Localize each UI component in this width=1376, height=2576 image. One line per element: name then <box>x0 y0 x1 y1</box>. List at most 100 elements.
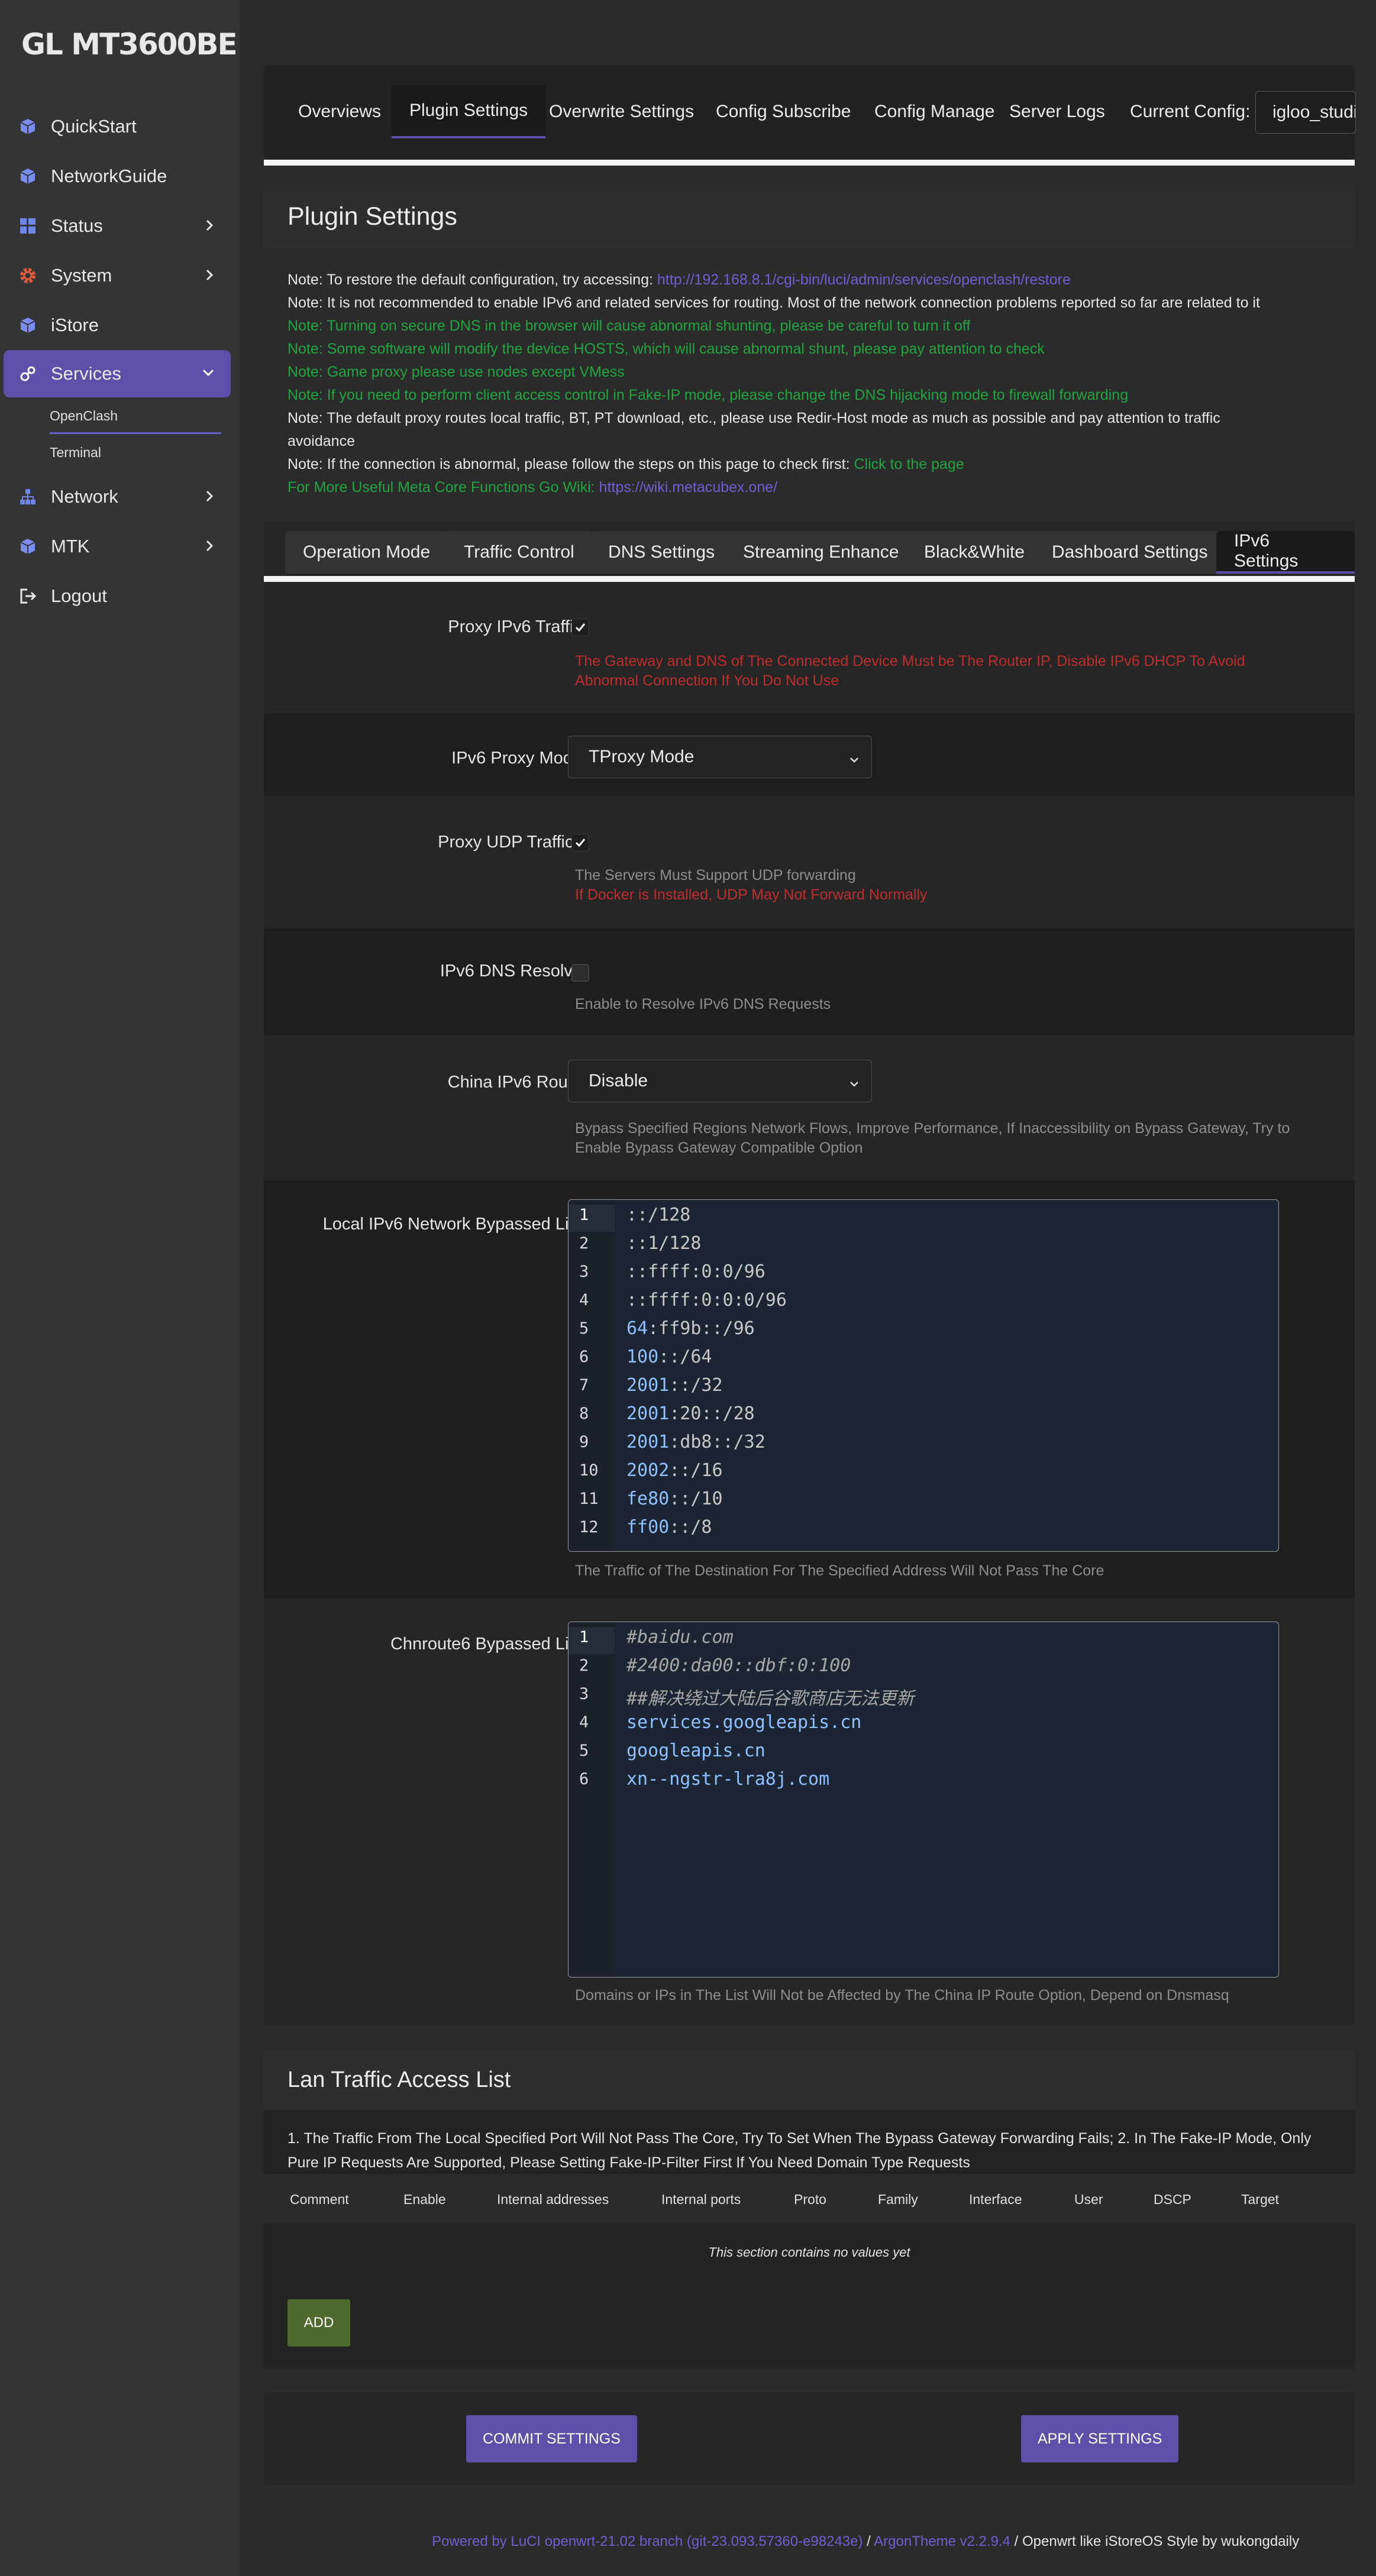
ipv6-proxy-mode-select[interactable]: TProxy Mode <box>568 736 872 778</box>
sidebar-subitem-openclash[interactable]: OpenClash <box>50 408 118 424</box>
sidebar-item-istore[interactable]: iStore <box>4 302 231 349</box>
sidebar-item-logout[interactable]: Logout <box>4 572 231 620</box>
code-line: 2001:20::/28 <box>626 1403 755 1424</box>
ipv6-proxy-mode-row: IPv6 Proxy Mode TProxy Mode <box>264 713 1355 796</box>
theme-link[interactable]: ArgonTheme v2.2.9.4 <box>874 2533 1010 2549</box>
code-line: 2001::/32 <box>626 1375 723 1396</box>
commit-settings-button[interactable]: COMMIT SETTINGS <box>466 2415 637 2462</box>
field-description: The Traffic of The Destination For The S… <box>575 1562 1104 1579</box>
note-line: Note: Turning on secure DNS in the brows… <box>288 318 971 334</box>
section-description: 1. The Traffic From The Local Specified … <box>288 2130 1312 2171</box>
chnroute6-bypass-editor[interactable]: 1 #baidu.com 2 #2400:da00::dbf:0:100 3 ##解决绕过… <box>568 1622 1279 1978</box>
cube-icon <box>18 166 38 186</box>
tab-streaming-enhance[interactable]: Streaming Enhance <box>725 531 917 574</box>
grid-icon <box>18 216 38 236</box>
sidebar-item-label: MTK <box>51 536 90 556</box>
line-number: 11 <box>579 1490 599 1508</box>
sidebar-item-label: Network <box>51 486 118 507</box>
field-label: IPv6 Proxy Mode <box>451 749 582 768</box>
note-line: Note: If the connection is abnormal, ple… <box>288 456 964 473</box>
sidebar-item-network[interactable]: Network <box>4 473 231 520</box>
note-line: Note: The default proxy routes local tra… <box>288 410 1220 426</box>
code-line: services.googleapis.cn <box>626 1712 862 1733</box>
sidebar-item-networkguide[interactable]: NetworkGuide <box>4 153 231 200</box>
tab-traffic-control[interactable]: Traffic Control <box>446 531 592 574</box>
note-line: Note: It is not recommended to enable IP… <box>288 295 1260 311</box>
note-line: avoidance <box>288 433 355 449</box>
line-number: 4 <box>579 1713 589 1732</box>
tab-plugin-settings[interactable]: Plugin Settings <box>392 85 546 138</box>
field-warning: Abnormal Connection If You Do Not Use <box>575 672 839 689</box>
tab-config-subscribe[interactable]: Config Subscribe <box>698 85 868 138</box>
ipv6-dns-checkbox[interactable] <box>571 964 589 982</box>
tab-config-manage[interactable]: Config Manage <box>857 85 1012 138</box>
tab-ipv6-settings[interactable]: IPv6 Settings <box>1216 531 1355 574</box>
field-description: Enable Bypass Gateway Compatible Option <box>575 1140 863 1156</box>
footer-credits: Powered by LuCI openwrt-21.02 branch (gi… <box>432 2533 1300 2549</box>
chevron-right-icon <box>204 487 215 508</box>
sidebar-item-mtk[interactable]: MTK <box>4 523 231 570</box>
tab-overwrite-settings[interactable]: Overwrite Settings <box>531 85 712 138</box>
note-line: Note: To restore the default configurati… <box>288 271 1071 288</box>
line-number: 6 <box>579 1770 589 1788</box>
sidebar-item-label: iStore <box>51 315 99 335</box>
local-ipv6-bypass-editor[interactable]: 1::/128 2::1/128 3::ffff:0:0/96 4::ffff:0:0… <box>568 1199 1279 1552</box>
field-warning: If Docker is Installed, UDP May Not Forw… <box>575 886 928 903</box>
tab-black-white[interactable]: Black&White <box>906 531 1043 574</box>
logout-icon <box>18 586 38 606</box>
code-line: #2400:da00::dbf:0:100 <box>626 1655 851 1676</box>
line-number: 10 <box>579 1461 599 1480</box>
field-label: Proxy UDP Traffics <box>438 833 582 852</box>
field-label: Proxy IPv6 Traffic <box>448 617 582 636</box>
sidebar-item-services[interactable]: Services <box>4 350 231 397</box>
code-line: 100::/64 <box>626 1347 712 1367</box>
column-header: Comment <box>290 2192 349 2207</box>
sidebar-item-label: NetworkGuide <box>51 166 167 186</box>
proxy-ipv6-checkbox[interactable] <box>571 619 589 636</box>
sidebar: GL MT3600BE QuickStart NetworkGuide Stat… <box>0 0 240 2576</box>
sidebar-item-label: Status <box>51 215 103 236</box>
code-line: ##解决绕过大陆后谷歌商店无法更新 <box>626 1688 915 1709</box>
wiki-link[interactable]: https://wiki.metacubex.one/ <box>599 479 778 496</box>
sidebar-item-label: Logout <box>51 585 107 606</box>
proxy-udp-checkbox[interactable] <box>571 834 589 852</box>
note-line: Note: Some software will modify the devi… <box>288 341 1045 357</box>
tab-dns-settings[interactable]: DNS Settings <box>590 531 733 574</box>
line-number: 2 <box>579 1656 589 1675</box>
china-ipv6-route-select[interactable]: Disable <box>568 1060 872 1102</box>
code-line: ::ffff:0:0/96 <box>626 1261 765 1282</box>
sidebar-item-system[interactable]: System <box>4 252 231 299</box>
tab-server-logs[interactable]: Server Logs <box>991 85 1123 138</box>
code-line: 2001:db8::/32 <box>626 1432 765 1452</box>
luci-link[interactable]: Powered by LuCI openwrt-21.02 branch (gi… <box>432 2533 863 2549</box>
check-page-link[interactable]: Click to the page <box>854 456 964 473</box>
sidebar-item-label: QuickStart <box>51 116 137 137</box>
field-description: Domains or IPs in The List Will Not be A… <box>575 1987 1229 2004</box>
current-config-select[interactable]: igloo_studio <box>1255 91 1356 134</box>
field-description: Bypass Specified Regions Network Flows, … <box>575 1120 1290 1137</box>
restore-link[interactable]: http://192.168.8.1/cgi-bin/luci/admin/se… <box>657 271 1071 288</box>
sidebar-item-quickstart[interactable]: QuickStart <box>4 103 231 150</box>
line-number: 3 <box>579 1263 589 1281</box>
column-header: DSCP <box>1154 2192 1191 2207</box>
line-number: 6 <box>579 1348 589 1366</box>
chevron-down-icon <box>201 365 215 383</box>
line-number: 9 <box>579 1433 589 1451</box>
section-title: Lan Traffic Access List <box>288 2067 511 2092</box>
sidebar-item-label: Services <box>51 363 121 384</box>
top-tab-bar: Overviews Plugin Settings Overwrite Sett… <box>264 65 1356 166</box>
china-ipv6-route-row: China IPv6 Route Disable Bypass Specifie… <box>264 1035 1355 1180</box>
current-line-highlight <box>569 1627 615 1654</box>
add-button[interactable]: ADD <box>288 2299 350 2347</box>
tab-operation-mode[interactable]: Operation Mode <box>285 531 448 574</box>
chnroute6-bypass-row: Chnroute6 Bypassed List 1 #baidu.com 2 #240… <box>264 1598 1355 2025</box>
sidebar-item-status[interactable]: Status <box>4 202 231 250</box>
apply-settings-button[interactable]: APPLY SETTINGS <box>1021 2415 1179 2462</box>
local-ipv6-bypass-row: Local IPv6 Network Bypassed List 1::/128… <box>264 1180 1355 1598</box>
tab-dashboard-settings[interactable]: Dashboard Settings <box>1034 531 1226 574</box>
column-header: User <box>1074 2192 1103 2207</box>
cube-icon <box>18 536 38 556</box>
tab-overviews[interactable]: Overviews <box>280 85 399 138</box>
chevron-right-icon <box>204 216 215 237</box>
sidebar-subitem-terminal[interactable]: Terminal <box>50 445 101 461</box>
